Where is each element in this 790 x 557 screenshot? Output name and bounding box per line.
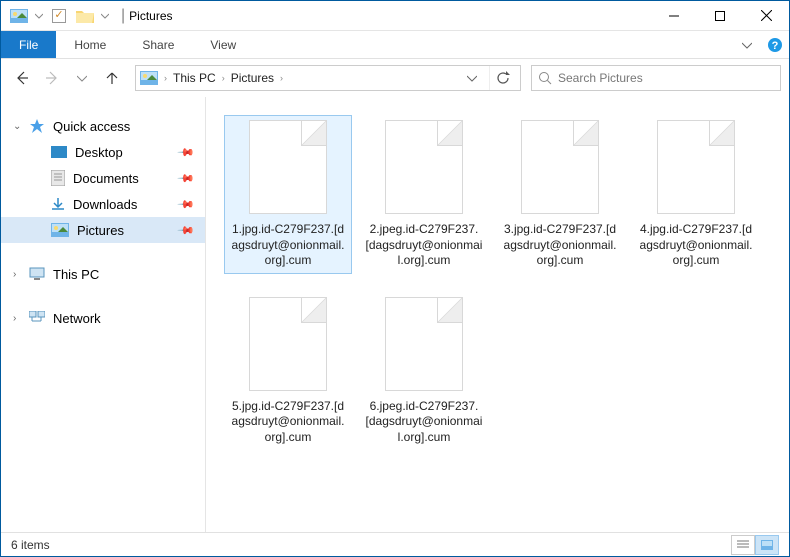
pin-icon: 📌 — [177, 195, 196, 214]
sidebar-item-desktop[interactable]: Desktop 📌 — [1, 139, 205, 165]
window-title: Pictures — [129, 9, 172, 23]
desktop-icon — [51, 146, 67, 158]
quick-access-toolbar: ✓ — [1, 4, 117, 28]
file-icon — [657, 120, 735, 214]
tab-view[interactable]: View — [192, 31, 254, 58]
forward-button[interactable] — [39, 65, 65, 91]
pictures-location-icon — [140, 71, 158, 85]
ribbon-tabs: File Home Share View ? — [1, 31, 789, 59]
large-icons-view-button[interactable] — [755, 535, 779, 555]
item-count-label: 6 items — [11, 538, 50, 552]
file-name-label: 5.jpg.id-C279F237.[dagsdruyt@onionmail.o… — [229, 399, 347, 446]
refresh-icon[interactable] — [489, 66, 516, 90]
sidebar-item-downloads[interactable]: Downloads 📌 — [1, 191, 205, 217]
file-list-pane[interactable]: 1.jpg.id-C279F237.[dagsdruyt@onionmail.o… — [206, 97, 789, 532]
file-name-label: 2.jpeg.id-C279F237.[dagsdruyt@onionmail.… — [365, 222, 483, 269]
up-button[interactable] — [99, 65, 125, 91]
file-item[interactable]: 5.jpg.id-C279F237.[dagsdruyt@onionmail.o… — [224, 292, 352, 451]
pin-icon: 📌 — [177, 169, 196, 188]
navigation-pane: ⌄ Quick access Desktop 📌 Documents 📌 Dow… — [1, 97, 206, 532]
pin-icon: 📌 — [177, 221, 196, 240]
tab-home[interactable]: Home — [56, 31, 124, 58]
sidebar-label: Network — [53, 311, 101, 326]
file-item[interactable]: 4.jpg.id-C279F237.[dagsdruyt@onionmail.o… — [632, 115, 760, 274]
search-input[interactable]: Search Pictures — [531, 65, 781, 91]
breadcrumb-chevron-icon[interactable]: › — [164, 73, 167, 83]
search-placeholder: Search Pictures — [558, 71, 643, 85]
documents-icon — [51, 170, 65, 186]
network-icon — [29, 311, 45, 325]
pin-icon: 📌 — [177, 143, 196, 162]
file-tab[interactable]: File — [1, 31, 56, 58]
file-item[interactable]: 6.jpeg.id-C279F237.[dagsdruyt@onionmail.… — [360, 292, 488, 451]
breadcrumb-pictures[interactable]: Pictures — [231, 71, 274, 85]
app-icon[interactable] — [7, 4, 31, 28]
tab-share[interactable]: Share — [124, 31, 192, 58]
sidebar-item-label: Documents — [73, 171, 139, 186]
file-icon — [385, 120, 463, 214]
navigation-bar: › This PC › Pictures › Search Pictures — [1, 59, 789, 97]
ribbon-expand-icon[interactable] — [733, 31, 761, 58]
breadcrumb-chevron-icon[interactable]: › — [222, 73, 225, 83]
downloads-icon — [51, 197, 65, 211]
file-item[interactable]: 1.jpg.id-C279F237.[dagsdruyt@onionmail.o… — [224, 115, 352, 274]
file-icon — [249, 120, 327, 214]
sidebar-item-label: Pictures — [77, 223, 124, 238]
title-separator: | — [121, 7, 125, 25]
chevron-right-icon[interactable]: › — [13, 313, 16, 324]
file-item[interactable]: 3.jpg.id-C279F237.[dagsdruyt@onionmail.o… — [496, 115, 624, 274]
file-icon — [521, 120, 599, 214]
search-icon — [538, 71, 552, 85]
chevron-right-icon[interactable]: › — [13, 269, 16, 280]
file-icon — [385, 297, 463, 391]
sidebar-this-pc[interactable]: › This PC — [1, 261, 205, 287]
folder-icon[interactable] — [73, 4, 97, 28]
details-view-button[interactable] — [731, 535, 755, 555]
file-name-label: 1.jpg.id-C279F237.[dagsdruyt@onionmail.o… — [229, 222, 347, 269]
this-pc-icon — [29, 267, 45, 281]
file-name-label: 6.jpeg.id-C279F237.[dagsdruyt@onionmail.… — [365, 399, 483, 446]
address-bar[interactable]: › This PC › Pictures › — [135, 65, 521, 91]
status-bar: 6 items — [1, 532, 789, 556]
sidebar-label: Quick access — [53, 119, 130, 134]
file-name-label: 3.jpg.id-C279F237.[dagsdruyt@onionmail.o… — [501, 222, 619, 269]
breadcrumb-chevron-icon[interactable]: › — [280, 73, 283, 83]
address-dropdown-icon[interactable] — [461, 73, 483, 83]
chevron-down-icon[interactable]: ⌄ — [13, 121, 21, 132]
svg-text:?: ? — [772, 40, 779, 52]
title-bar: ✓ | Pictures — [1, 1, 789, 31]
sidebar-label: This PC — [53, 267, 99, 282]
star-icon — [29, 118, 45, 134]
sidebar-item-label: Desktop — [75, 145, 123, 160]
sidebar-item-label: Downloads — [73, 197, 137, 212]
back-button[interactable] — [9, 65, 35, 91]
help-icon[interactable]: ? — [761, 31, 789, 58]
maximize-button[interactable] — [697, 1, 743, 31]
minimize-button[interactable] — [651, 1, 697, 31]
file-name-label: 4.jpg.id-C279F237.[dagsdruyt@onionmail.o… — [637, 222, 755, 269]
sidebar-item-pictures[interactable]: Pictures 📌 — [1, 217, 205, 243]
qat-dropdown-icon[interactable] — [99, 4, 111, 28]
breadcrumb-this-pc[interactable]: This PC — [173, 71, 216, 85]
sidebar-network[interactable]: › Network — [1, 305, 205, 331]
sidebar-quick-access[interactable]: ⌄ Quick access — [1, 113, 205, 139]
close-button[interactable] — [743, 1, 789, 31]
pictures-icon — [51, 223, 69, 237]
qat-dropdown-icon[interactable] — [33, 4, 45, 28]
properties-checkbox-icon[interactable]: ✓ — [47, 4, 71, 28]
file-icon — [249, 297, 327, 391]
file-item[interactable]: 2.jpeg.id-C279F237.[dagsdruyt@onionmail.… — [360, 115, 488, 274]
sidebar-item-documents[interactable]: Documents 📌 — [1, 165, 205, 191]
recent-dropdown-icon[interactable] — [69, 65, 95, 91]
